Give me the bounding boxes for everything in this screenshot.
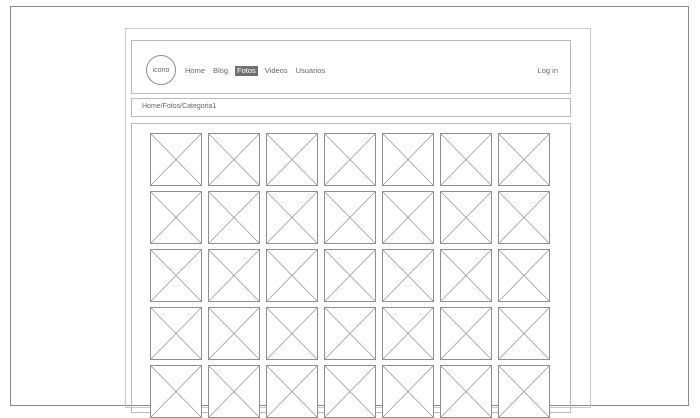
image-placeholder-icon	[382, 365, 434, 418]
image-placeholder-icon	[150, 365, 202, 418]
image-placeholder-icon	[208, 133, 260, 186]
breadcrumb[interactable]: Home/Fotos/Categoria1	[131, 98, 571, 117]
image-placeholder-icon	[382, 249, 434, 302]
gallery-thumbnail[interactable]	[208, 307, 260, 360]
image-placeholder-icon	[382, 133, 434, 186]
gallery-thumbnail[interactable]	[150, 307, 202, 360]
image-placeholder-icon	[266, 191, 318, 244]
image-placeholder-icon	[150, 191, 202, 244]
gallery-thumbnail[interactable]	[266, 191, 318, 244]
nav-blog[interactable]: Blog	[212, 66, 229, 76]
image-placeholder-icon	[208, 249, 260, 302]
gallery-thumbnail[interactable]	[266, 307, 318, 360]
gallery-thumbnail[interactable]	[498, 249, 550, 302]
gallery-thumbnail[interactable]	[150, 365, 202, 418]
gallery-thumbnail[interactable]	[324, 191, 376, 244]
gallery-thumbnail[interactable]	[324, 133, 376, 186]
gallery-thumbnail[interactable]	[498, 307, 550, 360]
image-placeholder-icon	[150, 249, 202, 302]
image-placeholder-icon	[150, 133, 202, 186]
image-placeholder-icon	[498, 365, 550, 418]
gallery-thumbnail[interactable]	[440, 307, 492, 360]
image-placeholder-icon	[498, 249, 550, 302]
gallery-thumbnail[interactable]	[324, 307, 376, 360]
gallery-thumbnail[interactable]	[150, 191, 202, 244]
gallery-thumbnail[interactable]	[382, 133, 434, 186]
nav-videos[interactable]: Videos	[264, 66, 289, 76]
image-placeholder-icon	[266, 249, 318, 302]
image-placeholder-icon	[324, 133, 376, 186]
image-placeholder-icon	[324, 365, 376, 418]
gallery-thumbnail[interactable]	[382, 249, 434, 302]
image-placeholder-icon	[440, 191, 492, 244]
gallery-thumbnail[interactable]	[382, 307, 434, 360]
image-placeholder-icon	[266, 365, 318, 418]
image-placeholder-icon	[440, 307, 492, 360]
gallery-thumbnail[interactable]	[440, 365, 492, 418]
gallery-thumbnail[interactable]	[150, 249, 202, 302]
nav-fotos[interactable]: Fotos	[235, 66, 258, 76]
site-header: icono Home Blog Fotos Videos Usuarios Lo…	[131, 40, 571, 94]
image-placeholder-icon	[208, 191, 260, 244]
image-placeholder-icon	[150, 307, 202, 360]
image-placeholder-icon	[498, 191, 550, 244]
image-placeholder-icon	[208, 365, 260, 418]
gallery-thumbnail[interactable]	[440, 191, 492, 244]
logo[interactable]: icono	[146, 55, 176, 85]
image-placeholder-icon	[266, 133, 318, 186]
gallery-thumbnail[interactable]	[440, 249, 492, 302]
image-placeholder-icon	[440, 249, 492, 302]
login-link[interactable]: Log in	[538, 66, 558, 75]
image-placeholder-icon	[440, 365, 492, 418]
image-placeholder-icon	[324, 249, 376, 302]
nav-home[interactable]: Home	[184, 66, 206, 76]
image-placeholder-icon	[498, 307, 550, 360]
nav-usuarios[interactable]: Usuarios	[295, 66, 327, 76]
gallery-thumbnail[interactable]	[324, 249, 376, 302]
gallery-thumbnail[interactable]	[440, 133, 492, 186]
gallery-thumbnail[interactable]	[208, 249, 260, 302]
gallery-thumbnail[interactable]	[208, 191, 260, 244]
gallery-thumbnail[interactable]	[266, 133, 318, 186]
image-placeholder-icon	[382, 191, 434, 244]
image-placeholder-icon	[324, 307, 376, 360]
main-nav: Home Blog Fotos Videos Usuarios	[184, 66, 326, 76]
gallery-grid	[150, 133, 550, 418]
gallery-thumbnail[interactable]	[208, 133, 260, 186]
image-placeholder-icon	[498, 133, 550, 186]
gallery-thumbnail[interactable]	[382, 191, 434, 244]
gallery-thumbnail[interactable]	[498, 191, 550, 244]
gallery-thumbnail[interactable]	[324, 365, 376, 418]
image-placeholder-icon	[382, 307, 434, 360]
gallery-thumbnail[interactable]	[266, 249, 318, 302]
image-placeholder-icon	[266, 307, 318, 360]
image-placeholder-icon	[324, 191, 376, 244]
image-placeholder-icon	[440, 133, 492, 186]
gallery-thumbnail[interactable]	[150, 133, 202, 186]
gallery-thumbnail[interactable]	[382, 365, 434, 418]
image-placeholder-icon	[208, 307, 260, 360]
gallery-thumbnail[interactable]	[498, 133, 550, 186]
gallery-thumbnail[interactable]	[208, 365, 260, 418]
gallery-thumbnail[interactable]	[266, 365, 318, 418]
gallery-thumbnail[interactable]	[498, 365, 550, 418]
